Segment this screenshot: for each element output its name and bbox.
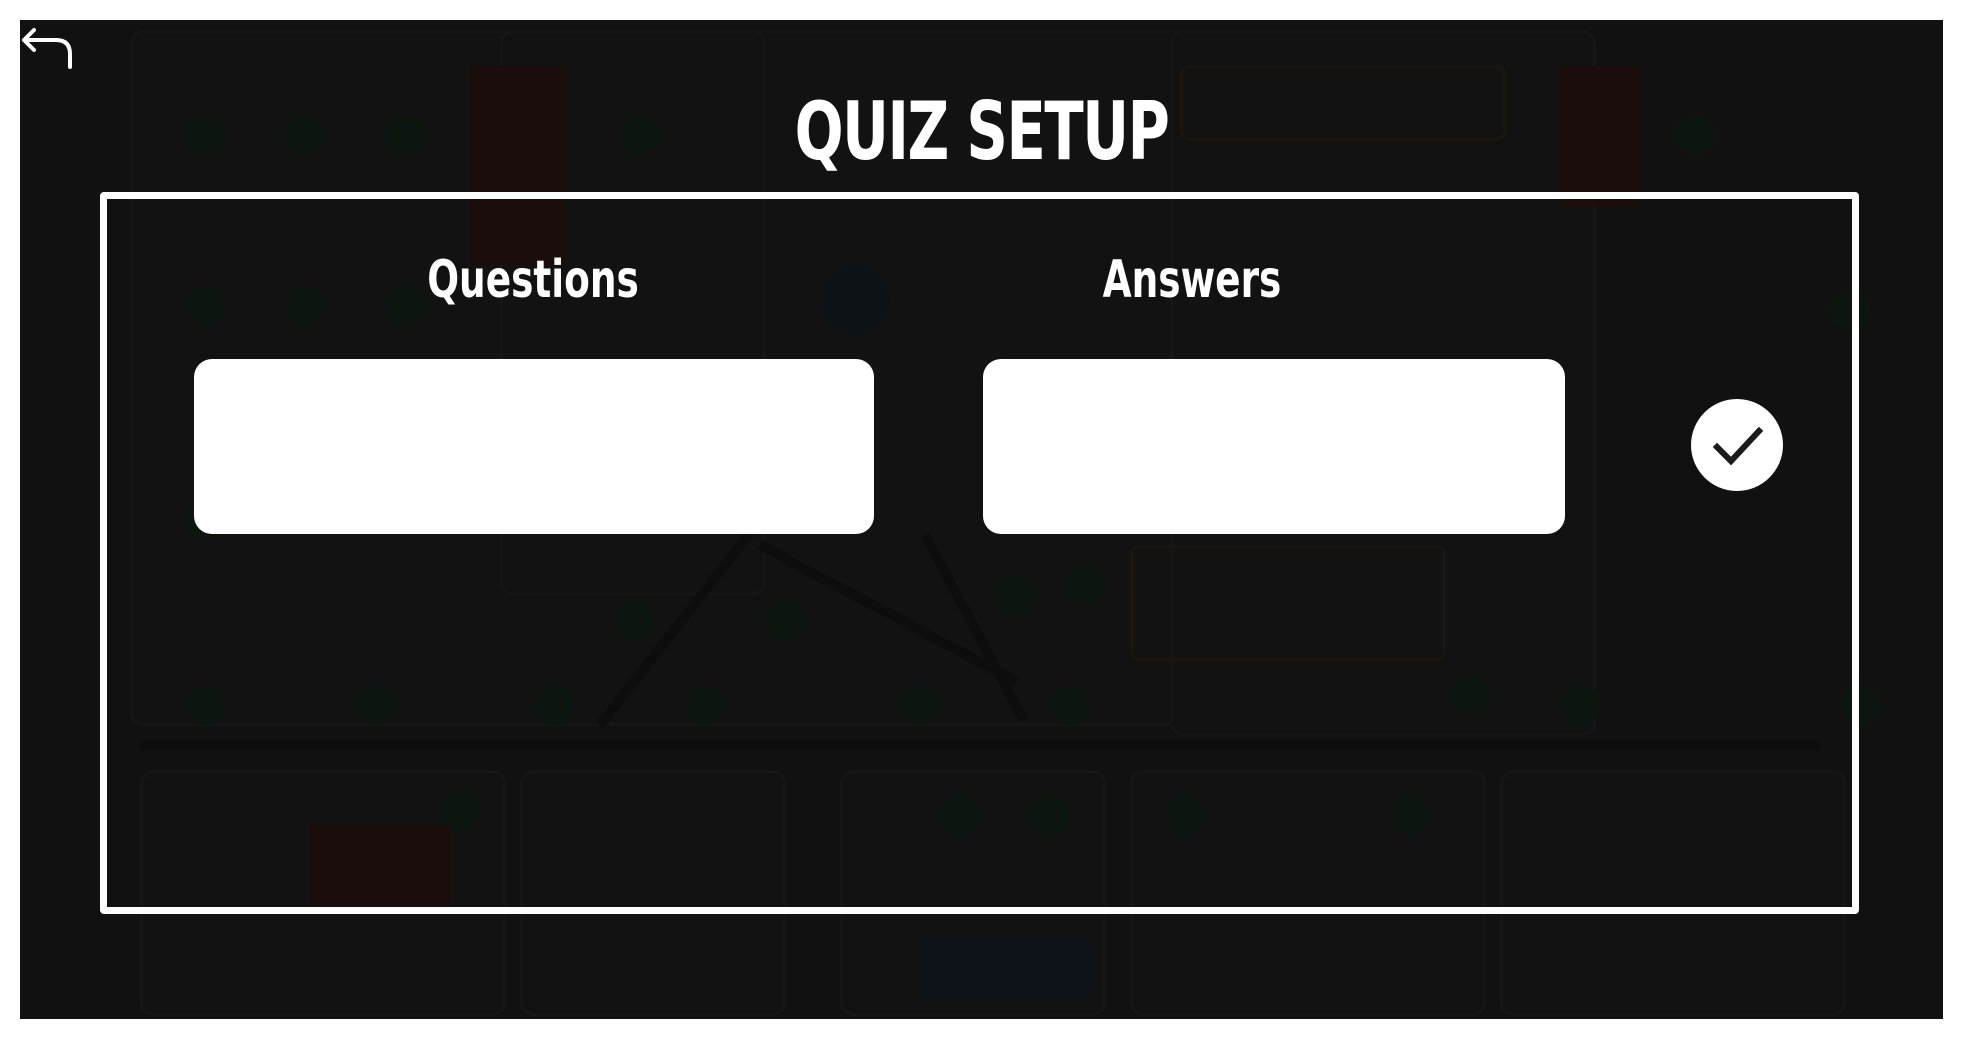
back-arrow-icon xyxy=(22,28,72,69)
question-input[interactable] xyxy=(194,359,874,534)
page-title: QUIZ SETUP xyxy=(794,85,1170,178)
checkmark-icon xyxy=(1712,426,1764,466)
quiz-setup-screen: QUIZ SETUP Questions Answers xyxy=(20,20,1943,1019)
questions-label: Questions xyxy=(427,250,639,310)
answer-input[interactable] xyxy=(983,359,1565,534)
confirm-button[interactable] xyxy=(1691,399,1783,491)
quiz-setup-panel: Questions Answers xyxy=(100,192,1859,914)
answers-label: Answers xyxy=(1102,250,1282,310)
back-button[interactable] xyxy=(20,22,76,72)
